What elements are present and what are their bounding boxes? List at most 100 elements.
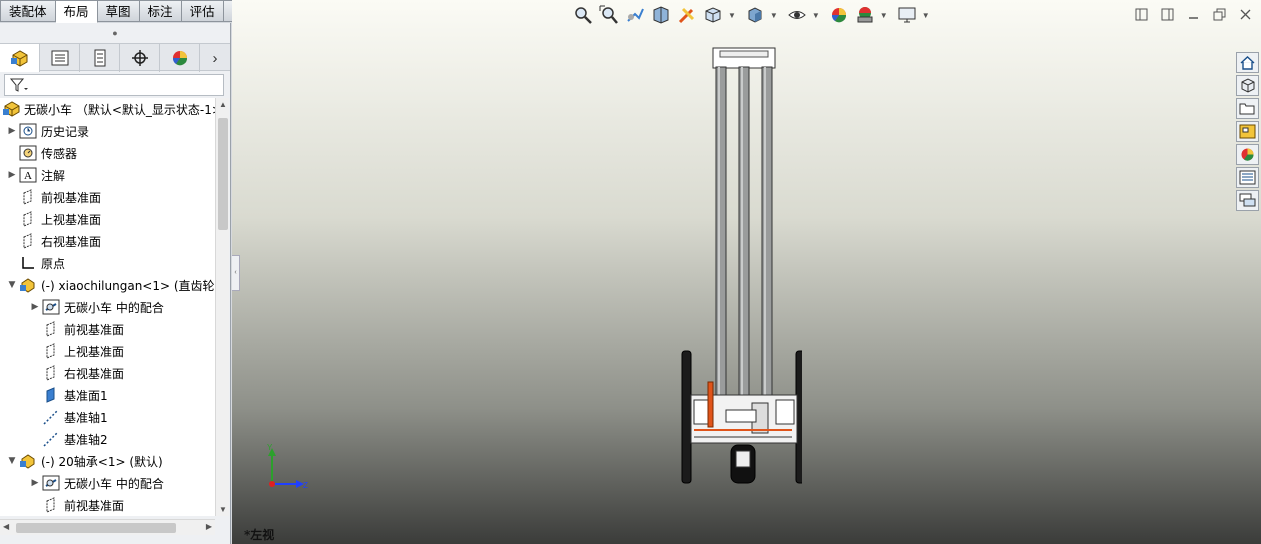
tree-item[interactable]: 右视基准面	[0, 230, 215, 252]
tree-item[interactable]: 基准面1	[0, 384, 215, 406]
command-tab[interactable]: 布局	[55, 0, 98, 23]
command-tab[interactable]: 草图	[97, 0, 140, 22]
mates-icon	[41, 474, 61, 492]
vertical-scroll-thumb[interactable]	[218, 118, 228, 230]
tree-item-label: 基准轴1	[64, 410, 108, 425]
zoom-to-area-icon[interactable]	[598, 4, 620, 26]
scroll-right-arrow[interactable]: ▶	[206, 522, 212, 531]
solidworks-resources-icon[interactable]	[1236, 52, 1259, 73]
plane-icon	[41, 364, 61, 382]
collapse-arrow-icon[interactable]: ▼	[6, 456, 18, 466]
display-style-icon[interactable]	[744, 4, 766, 26]
custom-properties-icon[interactable]	[1236, 167, 1259, 188]
forum-icon[interactable]	[1236, 190, 1259, 211]
reference-triad: Y Z	[267, 443, 308, 490]
filter-icon	[9, 78, 28, 92]
axis-icon	[41, 408, 61, 426]
tree-item[interactable]: ▶ A 注解	[0, 164, 215, 186]
tree-item-label: 上视基准面	[41, 212, 102, 227]
horizontal-scroll-thumb[interactable]	[16, 523, 176, 533]
apply-scene-dropdown[interactable]: ▼	[880, 11, 888, 20]
tree-horizontal-scrollbar[interactable]: ◀ ▶	[0, 519, 215, 535]
expand-arrow-icon[interactable]: ▶	[6, 170, 18, 180]
scroll-down-arrow[interactable]: ▼	[219, 505, 227, 514]
tree-item-label: (-) 20轴承<1> (默认)	[41, 454, 163, 469]
triad-z-label: Z	[303, 481, 308, 490]
tree-root-label: 无碳小车 （默认<默认_显示状态-1>）	[24, 102, 215, 117]
panel-grip[interactable]: ●	[0, 23, 230, 43]
view-settings-dropdown[interactable]: ▼	[922, 11, 930, 20]
zoom-to-fit-icon[interactable]	[572, 4, 594, 26]
propertymanager-tab[interactable]	[40, 44, 80, 72]
filter-row	[0, 71, 230, 97]
command-tab[interactable]: 标注	[139, 0, 182, 22]
command-tab[interactable]: 评估	[181, 0, 224, 22]
scroll-left-arrow[interactable]: ◀	[3, 522, 9, 531]
tree-item[interactable]: 前视基准面	[0, 186, 215, 208]
tree-item-label: 传感器	[41, 146, 78, 161]
plane-filled-icon	[41, 386, 61, 404]
tile-left-icon[interactable]	[1133, 6, 1149, 22]
section-view-icon[interactable]	[650, 4, 672, 26]
tree-item[interactable]: ▶ 无碳小车 中的配合	[0, 296, 215, 318]
tree-item[interactable]: 右视基准面	[0, 362, 215, 384]
featuremanager-tab[interactable]	[0, 44, 40, 72]
graphics-area[interactable]: ‹ ▼ ▼ ▼ ▼ ▼ Y Z *左视	[232, 0, 1261, 544]
tree-item[interactable]: 前视基准面	[0, 318, 215, 340]
hide-show-icon[interactable]	[786, 4, 808, 26]
sensor-icon	[18, 144, 38, 162]
command-tab[interactable]: 装配体	[0, 0, 56, 22]
origin-icon	[18, 254, 38, 272]
view-palette-icon[interactable]	[1236, 121, 1259, 142]
hide-show-dropdown[interactable]: ▼	[812, 11, 820, 20]
display-style-dropdown[interactable]: ▼	[770, 11, 778, 20]
view-orientation-dropdown[interactable]: ▼	[728, 11, 736, 20]
tree-vertical-scrollbar[interactable]: ▲ ▼	[215, 98, 229, 516]
appearances-icon[interactable]	[1236, 144, 1259, 165]
close-icon[interactable]	[1237, 6, 1253, 22]
expand-arrow-icon[interactable]: ▶	[29, 478, 41, 488]
tile-right-icon[interactable]	[1159, 6, 1175, 22]
collapse-arrow-icon[interactable]: ▼	[6, 280, 18, 290]
panel-collapse-handle[interactable]: ‹	[232, 255, 240, 291]
tree-item[interactable]: ▶ 无碳小车 中的配合	[0, 472, 215, 494]
more-tabs-arrow[interactable]: ›	[200, 44, 230, 72]
scroll-up-arrow[interactable]: ▲	[219, 100, 227, 109]
tree-root[interactable]: 无碳小车 （默认<默认_显示状态-1>）	[0, 98, 215, 120]
dimxpert-tab[interactable]	[120, 44, 160, 72]
tree-item[interactable]: ▼ (-) 20轴承<1> (默认)	[0, 450, 215, 472]
tree-item[interactable]: 前视基准面	[0, 494, 215, 516]
restore-icon[interactable]	[1211, 6, 1227, 22]
design-library-icon[interactable]	[1236, 75, 1259, 96]
edit-appearance-icon[interactable]	[828, 4, 850, 26]
previous-view-icon[interactable]	[624, 4, 646, 26]
tree-item[interactable]: 上视基准面	[0, 208, 215, 230]
tree-item[interactable]: 原点	[0, 252, 215, 274]
display-manager-tab[interactable]	[160, 44, 200, 72]
expand-arrow-icon[interactable]: ▶	[6, 126, 18, 136]
apply-scene-icon[interactable]	[854, 4, 876, 26]
tree-item-label: 前视基准面	[64, 322, 125, 337]
tree-item[interactable]: 基准轴1	[0, 406, 215, 428]
heads-up-view-toolbar: ▼ ▼ ▼ ▼ ▼	[572, 4, 934, 26]
configurationmanager-tab[interactable]	[80, 44, 120, 72]
part-icon	[18, 452, 38, 470]
tree-filter[interactable]	[4, 74, 224, 96]
axis-icon	[41, 430, 61, 448]
model-view[interactable]	[672, 45, 802, 490]
annotation-icon: A	[18, 166, 38, 184]
plane-icon	[18, 188, 38, 206]
dynamic-annotation-icon[interactable]	[676, 4, 698, 26]
tree-item[interactable]: 上视基准面	[0, 340, 215, 362]
tree-item[interactable]: ▶ 历史记录	[0, 120, 215, 142]
cart-model	[681, 47, 802, 484]
view-settings-icon[interactable]	[896, 4, 918, 26]
minimize-icon[interactable]	[1185, 6, 1201, 22]
tree-item[interactable]: 传感器	[0, 142, 215, 164]
file-explorer-icon[interactable]	[1236, 98, 1259, 119]
tree-item[interactable]: ▼ (-) xiaochilungan<1> (直齿轮	[0, 274, 215, 296]
tree-item-label: 右视基准面	[64, 366, 125, 381]
expand-arrow-icon[interactable]: ▶	[29, 302, 41, 312]
view-orientation-icon[interactable]	[702, 4, 724, 26]
tree-item[interactable]: 基准轴2	[0, 428, 215, 450]
